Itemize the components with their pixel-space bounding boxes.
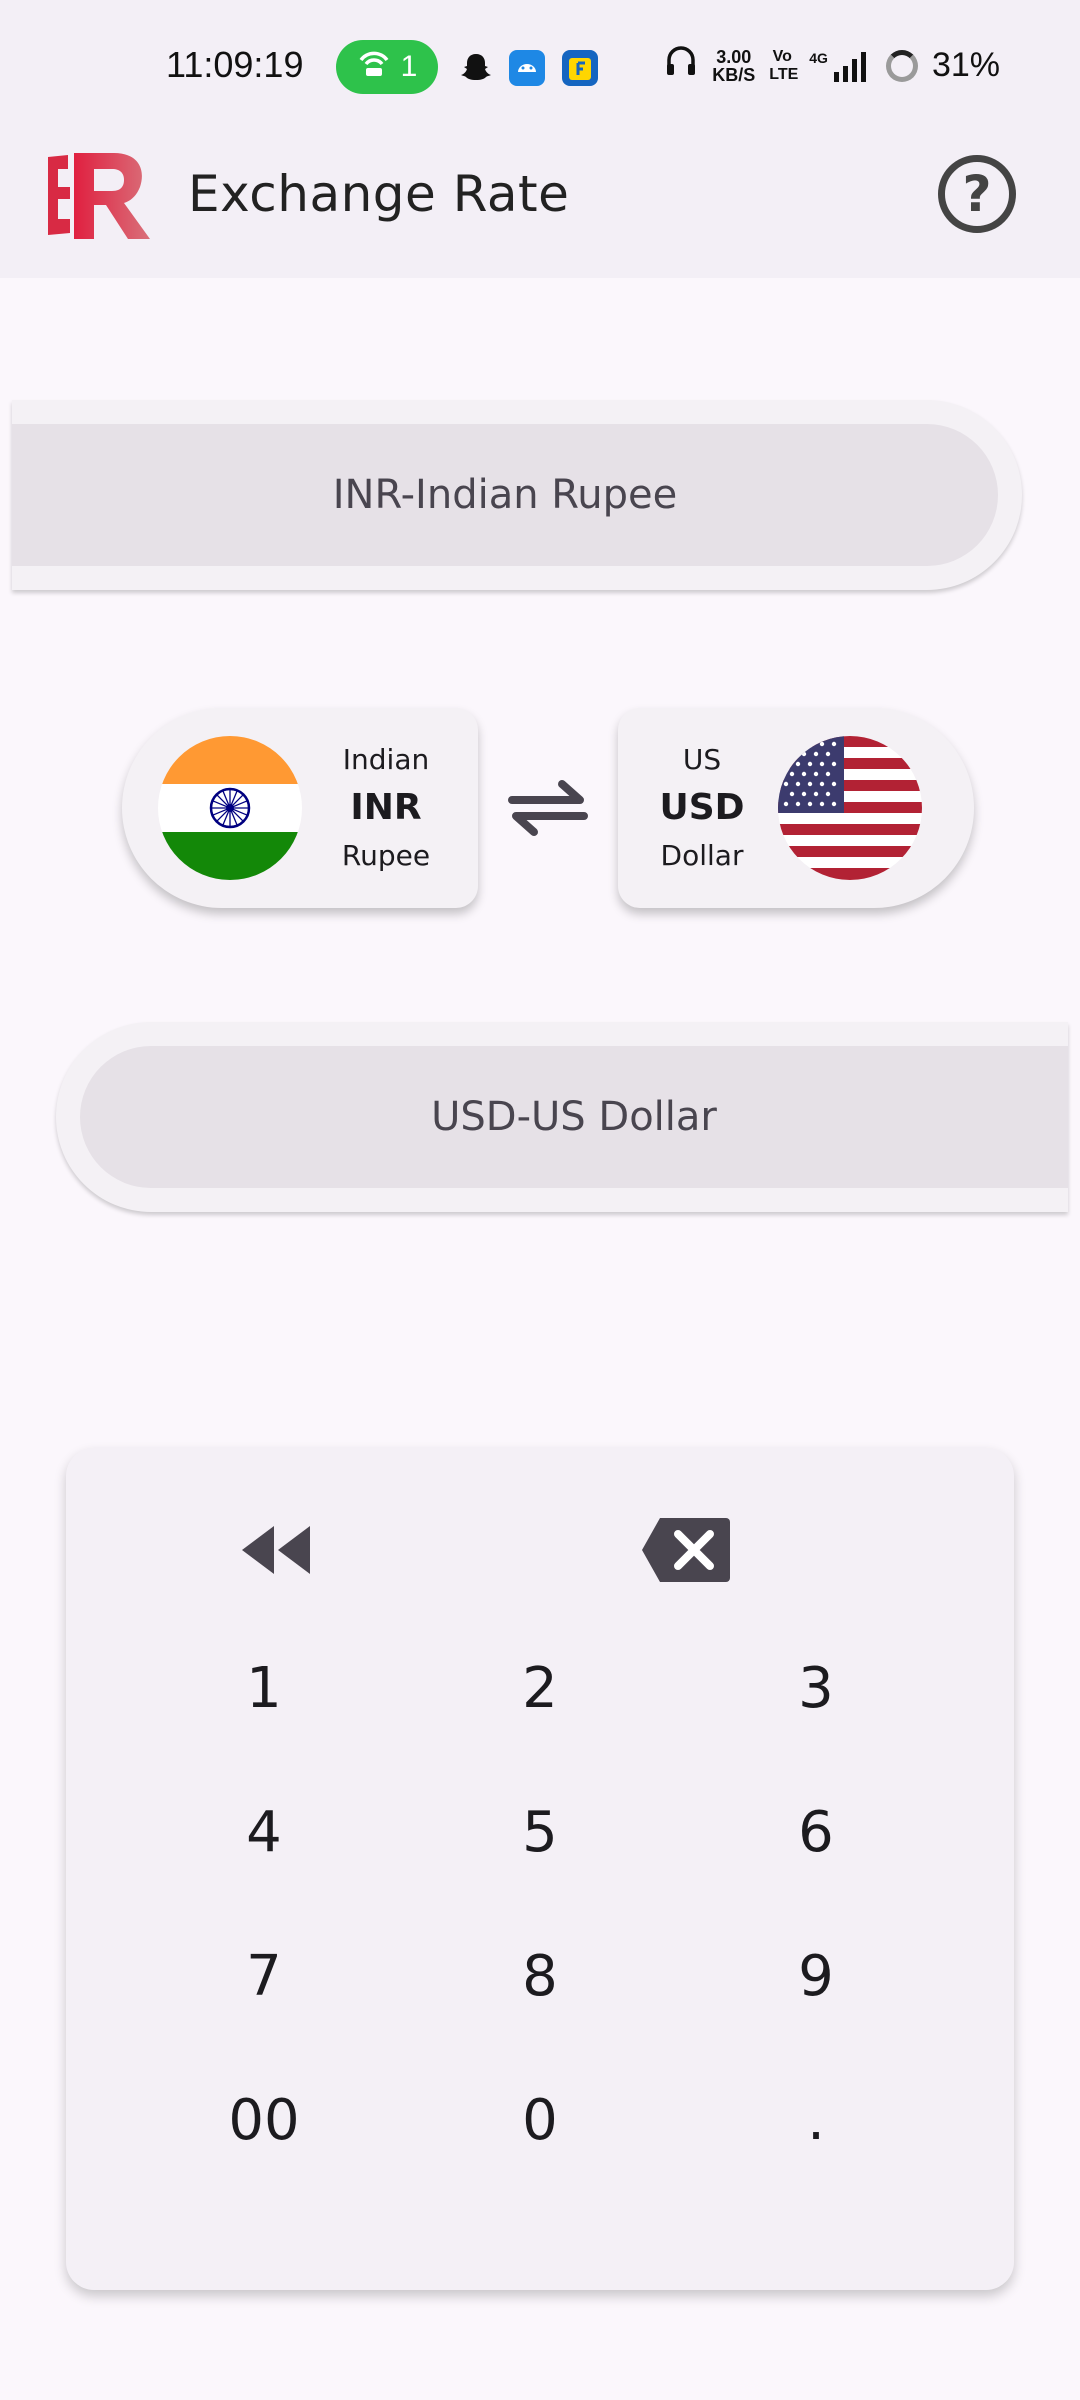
key-00[interactable]: 00	[144, 2060, 384, 2180]
network-type: 4G	[809, 49, 828, 66]
swap-arrows-icon	[508, 780, 588, 836]
to-currency-selector-label: USD-US Dollar	[80, 1046, 1068, 1188]
key-1[interactable]: 1	[144, 1628, 384, 1748]
key-9[interactable]: 9	[696, 1916, 936, 2036]
key-8[interactable]: 8	[420, 1916, 660, 2036]
hotspot-icon	[357, 48, 391, 86]
key-3[interactable]: 3	[696, 1628, 936, 1748]
swap-currencies-button[interactable]	[508, 778, 588, 838]
app-title: Exchange Rate	[188, 165, 570, 223]
signal-icon: 4G	[809, 50, 872, 82]
to-currency-selector[interactable]: USD-US Dollar	[56, 1022, 1068, 1212]
net-speed-unit: KB/S	[712, 64, 756, 85]
app-bar: Exchange Rate ?	[0, 135, 1080, 278]
to-currency-card[interactable]: US USD Dollar	[618, 708, 974, 908]
backspace-button[interactable]	[566, 1490, 806, 1610]
snapchat-icon	[458, 50, 494, 86]
key-0[interactable]: 0	[420, 2060, 660, 2180]
volte-badge: Vo LTE	[769, 47, 799, 83]
help-icon: ?	[962, 165, 992, 223]
hotspot-indicator: 1	[336, 40, 438, 94]
battery-ring-icon	[885, 49, 918, 82]
key-4[interactable]: 4	[144, 1772, 384, 1892]
headphones-icon	[664, 44, 698, 87]
to-currency-text: US USD Dollar	[632, 708, 772, 908]
to-currency-name-line1: US	[682, 743, 722, 776]
keypad: 1 2 3 4 5 6 7 8 9 00 0 .	[66, 1448, 1014, 2290]
android-icon	[509, 50, 545, 86]
key-7[interactable]: 7	[144, 1916, 384, 2036]
from-currency-text: Indian INR Rupee	[316, 708, 456, 908]
india-flag-icon	[158, 736, 302, 880]
to-currency-name-line2: Dollar	[660, 839, 744, 872]
status-bar: 11:09:19 1 3.00 KB/S Vo LTE 4G 31%	[0, 0, 1080, 135]
hotspot-count: 1	[400, 50, 418, 83]
from-currency-card[interactable]: Indian INR Rupee	[122, 708, 478, 908]
key-decimal[interactable]: .	[696, 2060, 936, 2180]
from-currency-name-line2: Rupee	[341, 839, 431, 872]
key-6[interactable]: 6	[696, 1772, 936, 1892]
key-5[interactable]: 5	[420, 1772, 660, 1892]
app-logo	[46, 147, 156, 247]
status-right-group: 3.00 KB/S Vo LTE 4G 31%	[664, 44, 1000, 87]
from-currency-name-line1: Indian	[342, 743, 430, 776]
usa-flag-icon	[778, 736, 922, 880]
flipkart-icon	[562, 50, 598, 86]
status-time: 11:09:19	[166, 44, 304, 85]
clear-all-button[interactable]	[156, 1490, 396, 1610]
key-2[interactable]: 2	[420, 1628, 660, 1748]
battery-percent: 31%	[931, 46, 1000, 84]
from-currency-selector[interactable]: INR-Indian Rupee	[12, 400, 1022, 590]
net-speed-value: 3.00	[716, 46, 752, 67]
from-currency-code: INR	[350, 787, 422, 828]
help-button[interactable]: ?	[938, 155, 1016, 233]
backspace-icon	[642, 1518, 730, 1582]
from-currency-selector-label: INR-Indian Rupee	[12, 424, 998, 566]
rewind-icon	[242, 1526, 310, 1574]
network-speed: 3.00 KB/S	[712, 48, 755, 84]
to-currency-code: USD	[659, 787, 745, 828]
